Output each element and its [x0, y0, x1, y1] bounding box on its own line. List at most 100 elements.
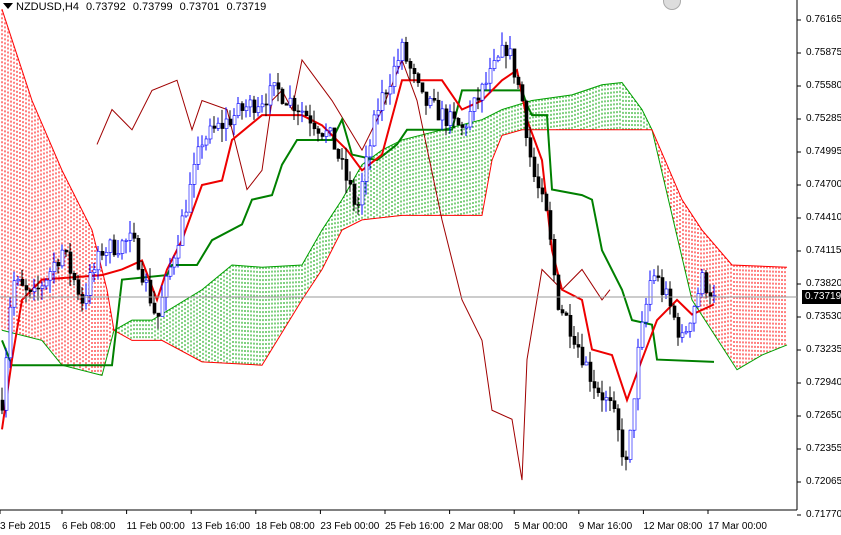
candle-body — [596, 387, 601, 393]
candle-body — [48, 271, 53, 281]
candle-body — [344, 158, 349, 181]
candle-body — [548, 210, 553, 240]
price-chart[interactable] — [0, 0, 841, 535]
candle-body — [432, 98, 437, 101]
candle-body — [28, 289, 33, 292]
candle-body — [388, 86, 393, 95]
candle-body — [604, 397, 609, 401]
candle-body — [560, 309, 565, 314]
time-tick-label: 2 Mar 08:00 — [449, 521, 503, 532]
candle-body — [648, 280, 653, 305]
candle-body — [564, 312, 569, 316]
candle-body — [32, 287, 37, 292]
close-value: 0.73719 — [226, 1, 267, 13]
candle-body — [292, 97, 297, 112]
candle-body — [520, 84, 525, 102]
candle-body — [212, 125, 217, 129]
time-tick-label: 18 Feb 08:00 — [255, 521, 315, 532]
price-tick-label: 0.73530 — [806, 311, 841, 322]
candle-body — [380, 92, 385, 111]
candle-body — [412, 68, 417, 75]
candle-body — [452, 111, 457, 119]
time-tick-label: 17 Mar 00:00 — [708, 521, 767, 532]
price-tick-label: 0.72650 — [806, 410, 841, 421]
candle-body — [552, 239, 557, 276]
candle-body — [680, 332, 685, 338]
candle-body — [480, 83, 485, 101]
candle-body — [516, 76, 521, 85]
candle-body — [492, 60, 497, 69]
chart-window[interactable]: NZDUSD,H4 0.73792 0.73799 0.73701 0.7371… — [0, 0, 841, 535]
candle-body — [424, 91, 429, 106]
candle-body — [664, 288, 669, 296]
candle-body — [148, 279, 153, 304]
candle-body — [456, 118, 461, 126]
candle-body — [488, 68, 493, 84]
candle-body — [60, 249, 65, 267]
candle-body — [40, 285, 45, 289]
candle-body — [260, 103, 265, 108]
candle-body — [168, 266, 173, 277]
candle-body — [556, 274, 561, 310]
candle-body — [108, 239, 113, 253]
candle-body — [100, 251, 105, 256]
candle-body — [384, 92, 389, 95]
candle-body — [448, 111, 453, 126]
candle-body — [348, 180, 353, 185]
candle-body — [376, 110, 381, 116]
time-tick-label: 5 Mar 00:00 — [514, 521, 568, 532]
candle-body — [700, 272, 705, 295]
candle-body — [372, 114, 377, 147]
candle-body — [124, 240, 129, 242]
candle-body — [324, 130, 329, 137]
time-tick-label: 6 Feb 08:00 — [62, 521, 116, 532]
candle-body — [224, 118, 229, 129]
candle-body — [392, 65, 397, 87]
candle-body — [4, 357, 9, 411]
candle-body — [628, 429, 633, 460]
candle-body — [436, 99, 441, 121]
candle-body — [644, 303, 649, 323]
candle-body — [156, 312, 161, 317]
candle-body — [544, 193, 549, 211]
symbol-menu-triangle-icon[interactable] — [3, 3, 13, 9]
candle-body — [216, 122, 221, 129]
candle-body — [208, 125, 213, 140]
candle-body — [676, 317, 681, 338]
candle-body — [12, 280, 17, 308]
candle-body — [396, 60, 401, 67]
candle-body — [300, 110, 305, 113]
candle-body — [708, 292, 713, 297]
candle-body — [244, 106, 249, 111]
current-price-label: 0.73719 — [802, 290, 841, 304]
candle-body — [472, 97, 477, 112]
candle-body — [80, 294, 85, 304]
time-tick-label: 9 Mar 16:00 — [578, 521, 633, 532]
candle-body — [416, 73, 421, 84]
candle-body — [328, 127, 333, 132]
candle-body — [252, 99, 257, 113]
candle-body — [592, 381, 597, 389]
candle-body — [656, 275, 661, 278]
candle-body — [128, 232, 133, 241]
candle-body — [188, 184, 193, 213]
candle-body — [76, 279, 81, 295]
candle-body — [240, 103, 245, 111]
candle-body — [360, 181, 365, 206]
candle-body — [180, 215, 185, 246]
candle-body — [500, 44, 505, 58]
time-tick-label: 12 Mar 08:00 — [643, 521, 703, 532]
candle-body — [692, 306, 697, 324]
candle-body — [192, 164, 197, 185]
candle-body — [612, 400, 617, 409]
time-tick-label: 23 Feb 00:00 — [320, 521, 380, 532]
candle-body — [572, 336, 577, 345]
candle-body — [496, 56, 501, 61]
candle-body — [236, 103, 241, 116]
time-tick-label: 25 Feb 16:00 — [385, 521, 444, 532]
candle-body — [172, 257, 177, 268]
candle-body — [44, 279, 49, 287]
candle-body — [56, 262, 61, 267]
low-value: 0.73701 — [179, 1, 220, 13]
candle-body — [140, 269, 145, 283]
